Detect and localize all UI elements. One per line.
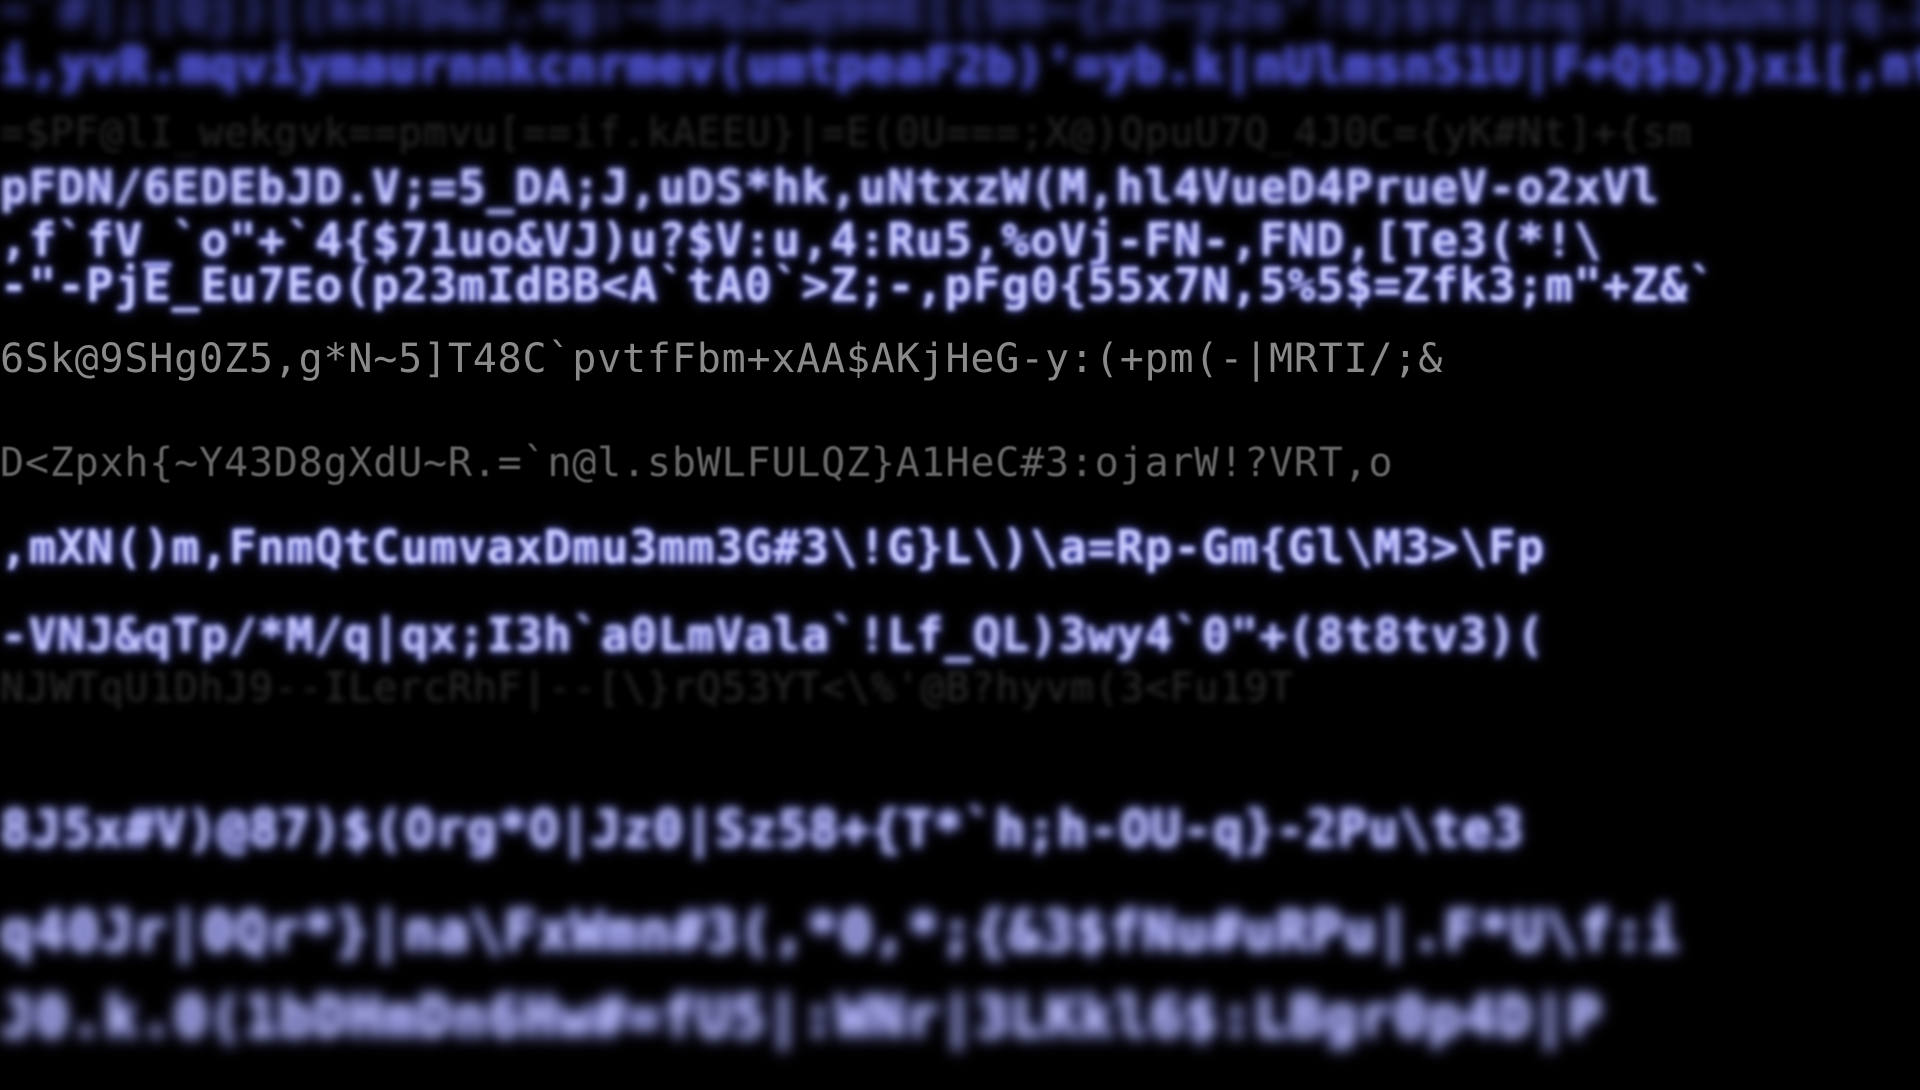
code-line: J0.k.0(1bDHmDn6Hw#=fU5|:WNr|3LKkl6$:LBgr… bbox=[0, 985, 1603, 1050]
code-line: ,mXN()m,FnmQtCumvaxDmu3mm3G#3\!G}L\)\a=R… bbox=[0, 520, 1546, 574]
code-line: NJWTqU1DhJ9--ILercRhF|--[\}rQ53YT<\%'@B?… bbox=[0, 665, 1294, 711]
code-line: i,yvR.mqviymaurnnkcnrmev(umtpeaF2b)'=yb.… bbox=[0, 38, 1920, 94]
code-line: -"-PjE_Eu7Eo(p23mIdBB<A`tA0`>Z;-,pFg0{55… bbox=[0, 258, 1717, 312]
code-line: =$PF@lI_wekgvk==pmvu[==if.kAEEU}|=E(0U==… bbox=[0, 110, 1692, 156]
code-screen-backdrop: ~`#|;[Qj)[(k4TD&z.+g:~8#QZw@9HE[(9N~{Z8~… bbox=[0, 0, 1920, 1090]
code-line: -VNJ&qTp/*M/q|qx;I3h`a0LmVala`!Lf_QL)3wy… bbox=[0, 608, 1546, 662]
code-line: 6Sk@9SHg0Z5,g*N~5]T48C`pvtfFbm+xAA$AKjHe… bbox=[0, 336, 1444, 382]
code-line: pFDN/6EDEbJD.V;=5_DA;J,uDS*hk,uNtxzW(M,h… bbox=[0, 160, 1660, 214]
code-line: q40Jr|0Qr*}|na\FxWmn#3(,*0,*;{&3$fNu#uRP… bbox=[0, 900, 1680, 963]
code-line: D<Zpxh{~Y43D8gXdU~R.=`n@l.sbWLFULQZ}A1He… bbox=[0, 440, 1394, 486]
code-line: 8J5x#V)@87)$(Org*O|Jz0|Sz58+{T*`h;h-OU-q… bbox=[0, 800, 1525, 858]
code-line: ~`#|;[Qj)[(k4TD&z.+g:~8#QZw@9HE[(9N~{Z8~… bbox=[0, 0, 1920, 38]
